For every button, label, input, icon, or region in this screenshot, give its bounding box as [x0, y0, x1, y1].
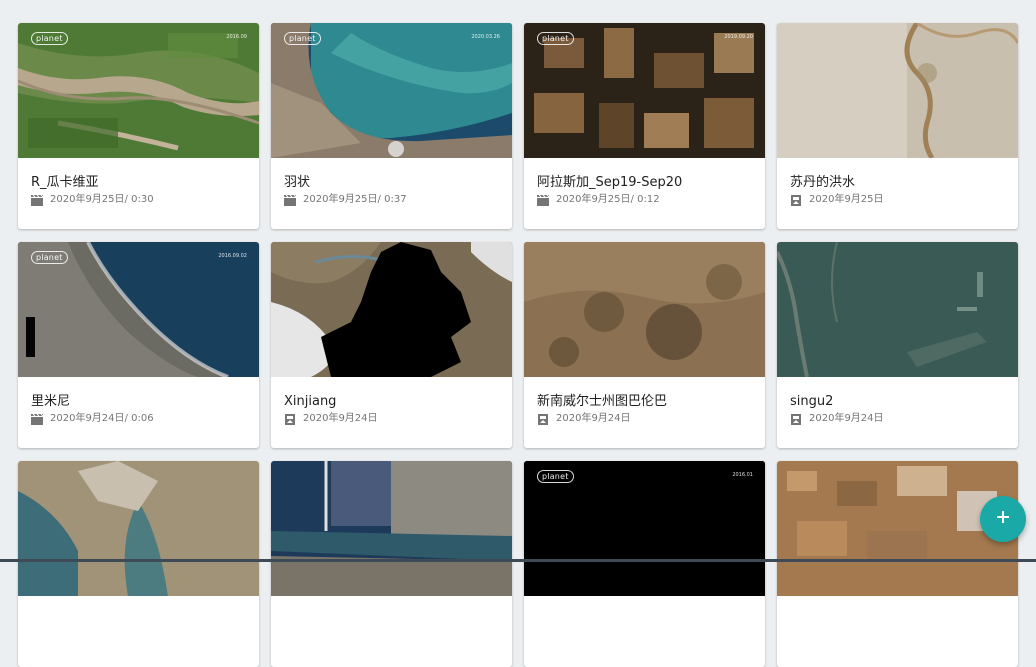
project-duration: / 0:37: [377, 194, 407, 205]
project-duration: / 0:06: [124, 413, 154, 424]
thumbnail-date-stamp: 2016.09: [226, 34, 247, 40]
planet-logo: planet: [537, 32, 574, 45]
project-date: 2020年9月24日: [50, 413, 125, 424]
project-date: 2020年9月24日: [809, 413, 884, 424]
plus-icon: [995, 509, 1011, 529]
project-card[interactable]: singu2 2020年9月24日: [777, 242, 1018, 448]
project-thumbnail: planet 2016.09.02: [18, 242, 259, 377]
thumbnail-date-stamp: 2020.03.26: [471, 34, 500, 40]
project-title: 苏丹的洪水: [790, 175, 856, 190]
project-date: 2020年9月25日: [50, 194, 125, 205]
image-icon: [537, 413, 550, 425]
project-thumbnail: [524, 242, 765, 377]
project-date: 2020年9月24日: [303, 413, 378, 424]
add-project-button[interactable]: [980, 496, 1026, 542]
planet-logo: planet: [31, 251, 68, 264]
project-date: 2020年9月25日: [303, 194, 378, 205]
project-thumbnail: [271, 242, 512, 377]
movie-icon: [31, 413, 44, 425]
project-duration: / 0:30: [124, 194, 154, 205]
project-card[interactable]: [777, 461, 1018, 667]
project-title: singu2: [790, 394, 834, 409]
project-title: 新南威尔士州图巴伦巴: [537, 394, 668, 409]
project-title: 里米尼: [31, 394, 71, 409]
image-icon: [284, 413, 297, 425]
movie-icon: [284, 194, 297, 206]
project-card[interactable]: planet 2019.09.20 阿拉斯加_Sep19-Sep20 2020年…: [524, 23, 765, 229]
project-thumbnail: planet 2016.09: [18, 23, 259, 158]
thumbnail-date-stamp: 2016.09.02: [218, 253, 247, 259]
thumbnail-date-stamp: 2016.01: [732, 472, 753, 478]
project-thumbnail: [777, 23, 1018, 158]
project-card[interactable]: planet 2016.01: [524, 461, 765, 667]
project-title: R_瓜卡维亚: [31, 175, 99, 190]
project-thumbnail: planet 2020.03.26: [271, 23, 512, 158]
project-duration: / 0:12: [630, 194, 660, 205]
project-thumbnail: [777, 242, 1018, 377]
project-card[interactable]: planet 2020.03.26 羽状 2020年9月25日 / 0:37: [271, 23, 512, 229]
movie-icon: [31, 194, 44, 206]
project-thumbnail: planet 2019.09.20: [524, 23, 765, 158]
project-title: 阿拉斯加_Sep19-Sep20: [537, 175, 683, 190]
project-date: 2020年9月25日: [556, 194, 631, 205]
planet-logo: planet: [31, 32, 68, 45]
image-icon: [790, 194, 803, 206]
project-card[interactable]: 新南威尔士州图巴伦巴 2020年9月24日: [524, 242, 765, 448]
project-thumbnail: planet 2016.01: [524, 461, 765, 596]
project-title: 羽状: [284, 175, 311, 190]
planet-logo: planet: [284, 32, 321, 45]
project-card[interactable]: [271, 461, 512, 667]
thumbnail-date-stamp: 2019.09.20: [724, 34, 753, 40]
project-thumbnail: [271, 461, 512, 596]
project-grid: planet 2016.09 R_瓜卡维亚 2020年9月25日 / 0:30: [18, 23, 1018, 667]
project-date: 2020年9月25日: [809, 194, 884, 205]
project-date: 2020年9月24日: [556, 413, 631, 424]
project-card[interactable]: planet 2016.09.02 里米尼 2020年9月24日 / 0:06: [18, 242, 259, 448]
project-card[interactable]: 苏丹的洪水 2020年9月25日: [777, 23, 1018, 229]
project-card[interactable]: Xinjiang 2020年9月24日: [271, 242, 512, 448]
project-card[interactable]: [18, 461, 259, 667]
movie-icon: [537, 194, 550, 206]
project-title: Xinjiang: [284, 394, 337, 409]
project-card[interactable]: planet 2016.09 R_瓜卡维亚 2020年9月25日 / 0:30: [18, 23, 259, 229]
planet-logo: planet: [537, 470, 574, 483]
image-icon: [790, 413, 803, 425]
project-thumbnail: [18, 461, 259, 596]
